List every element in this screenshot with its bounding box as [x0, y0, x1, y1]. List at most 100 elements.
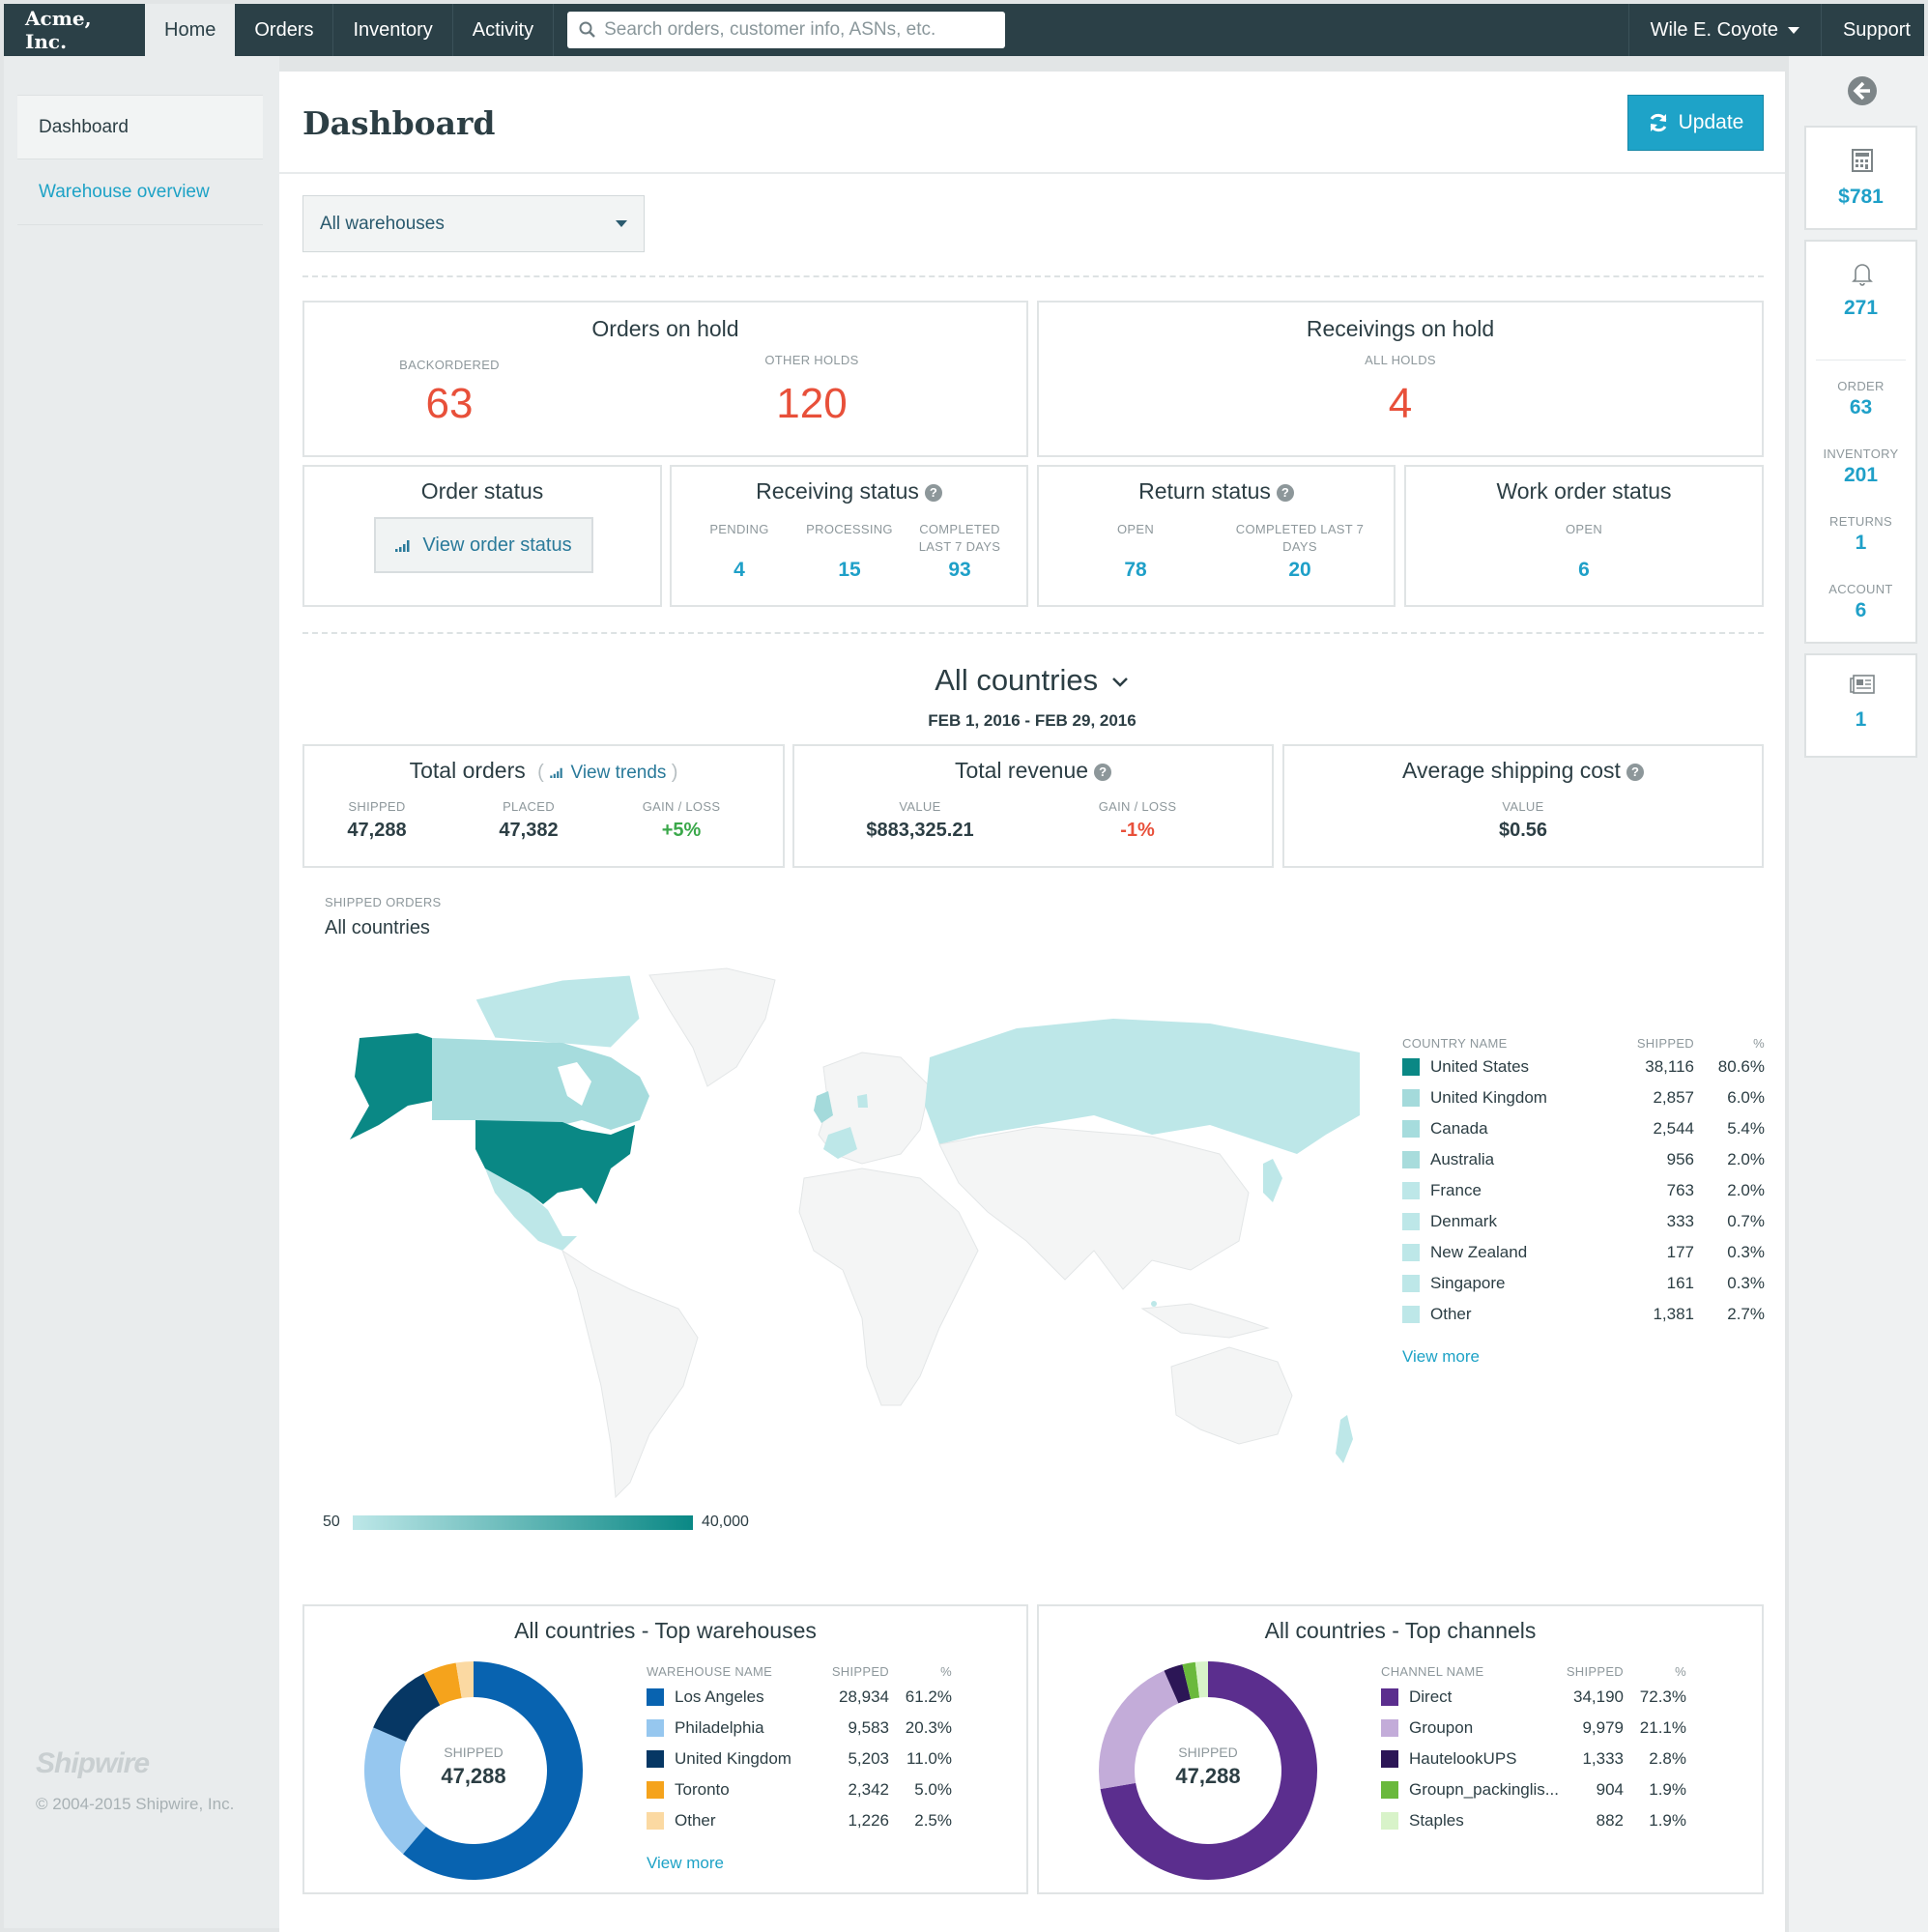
card-title: Receiving status?	[672, 478, 1026, 505]
inventory-alerts-value[interactable]: 201	[1806, 464, 1915, 487]
alerts-widget[interactable]: 271 ORDER 63 INVENTORY 201 RETURNS 1 ACC…	[1804, 240, 1917, 644]
map-country-south-america	[561, 1249, 699, 1499]
card-title: Return status?	[1039, 478, 1394, 505]
support-link[interactable]: Support	[1820, 4, 1924, 56]
open-value[interactable]: 6	[1406, 559, 1762, 582]
map-country-canada-islands	[475, 974, 641, 1049]
legend-swatch	[647, 1812, 664, 1830]
help-icon[interactable]: ?	[1094, 763, 1112, 781]
search-input[interactable]: Search orders, customer info, ASNs, etc.	[567, 12, 1006, 48]
returns-alerts-label: RETURNS	[1829, 514, 1892, 529]
completed-label: COMPLETED LAST 7 DAYS	[911, 521, 1008, 556]
legend-row: United Kingdom	[647, 1747, 791, 1771]
legend-pct: 20.3%	[905, 1718, 952, 1737]
completed-label-line2: DAYS	[1282, 539, 1317, 554]
balance-widget[interactable]: $781	[1804, 126, 1917, 230]
legend-pct: 61.2%	[905, 1687, 952, 1706]
legend-swatch	[1402, 1058, 1420, 1076]
backordered-label: BACKORDERED	[399, 358, 500, 372]
other-holds-value[interactable]: 120	[754, 380, 870, 428]
legend-swatch	[1402, 1275, 1420, 1292]
news-widget[interactable]: 1	[1804, 653, 1917, 758]
legend-shipped: 1,381	[1653, 1305, 1694, 1323]
legend-pct: 5.0%	[914, 1780, 952, 1799]
legend-shipped: 1,333	[1582, 1749, 1624, 1768]
user-menu[interactable]: Wile E. Coyote	[1627, 4, 1821, 56]
col-header-pct: %	[1675, 1664, 1686, 1679]
nav-tab-orders[interactable]: Orders	[235, 4, 334, 56]
help-icon[interactable]: ?	[924, 483, 942, 502]
map-country-new-zealand	[1336, 1415, 1353, 1463]
account-alerts-value[interactable]: 6	[1806, 599, 1915, 622]
nav-tab-activity[interactable]: Activity	[453, 4, 555, 56]
card-title: Total orders ( View trends )	[304, 758, 783, 784]
legend-shipped: 2,857	[1653, 1088, 1694, 1107]
open-value[interactable]: 78	[1087, 559, 1184, 582]
legend-swatch	[1402, 1244, 1420, 1261]
country-selector[interactable]: All countries	[279, 663, 1785, 698]
completed-value[interactable]: 20	[1227, 559, 1372, 582]
scale-max-label: 40,000	[702, 1514, 749, 1530]
sidebar-item-warehouse-overview[interactable]: Warehouse overview	[17, 159, 263, 225]
collapse-arrow-icon[interactable]	[1847, 75, 1878, 106]
map-country-canada	[432, 1038, 649, 1130]
legend-name: HautelookUPS	[1409, 1749, 1517, 1768]
legend-pct: 2.0%	[1727, 1181, 1765, 1199]
help-icon[interactable]: ?	[1626, 763, 1644, 781]
returns-alerts-value[interactable]: 1	[1806, 532, 1915, 555]
legend-name: Staples	[1409, 1811, 1464, 1830]
shipped-label: SHIPPED	[348, 799, 406, 814]
card-title: All countries - Top warehouses	[514, 1618, 817, 1643]
world-map[interactable]	[321, 961, 1360, 1502]
help-icon[interactable]: ?	[1276, 483, 1294, 502]
sidebar-item-dashboard[interactable]: Dashboard	[17, 95, 263, 159]
shipwire-logo: Shipwire	[36, 1747, 150, 1779]
legend-name: Philadelphia	[675, 1718, 764, 1737]
card-title: Work order status	[1496, 478, 1672, 504]
legend-row: New Zealand	[1402, 1241, 1527, 1264]
map-country-greenland	[648, 967, 776, 1087]
bar-chart-icon	[550, 767, 562, 778]
receiving-status-card: Receiving status? PENDING 4 PROCESSING 1…	[670, 465, 1028, 607]
main-content: Dashboard Update All warehouses Orders o…	[279, 72, 1785, 1932]
pending-value[interactable]: 4	[691, 559, 788, 582]
nav-tab-home[interactable]: Home	[145, 4, 236, 56]
col-header-warehouse: WAREHOUSE NAME	[647, 1664, 773, 1679]
orders-on-hold-card: Orders on hold BACKORDERED 63 OTHER HOLD…	[302, 301, 1028, 457]
order-alerts-value[interactable]: 63	[1806, 396, 1915, 419]
view-more-link[interactable]: View more	[1402, 1347, 1480, 1367]
all-holds-value[interactable]: 4	[1039, 380, 1762, 428]
donut-center-value: 47,288	[441, 1764, 506, 1788]
pending-label: PENDING	[709, 522, 769, 536]
legend-shipped: 1,226	[848, 1811, 889, 1830]
legend-swatch	[1402, 1089, 1420, 1107]
legend-swatch	[1381, 1781, 1398, 1799]
view-order-status-label: View order status	[422, 533, 572, 556]
open-label: OPEN	[1116, 522, 1155, 536]
avg-shipping-cost-card: Average shipping cost? VALUE $0.56	[1282, 744, 1764, 868]
legend-row: United Kingdom	[1402, 1086, 1547, 1110]
view-order-status-button[interactable]: View order status	[374, 517, 593, 573]
view-trends-link[interactable]: View trends	[550, 763, 672, 783]
dashed-divider	[302, 275, 1764, 277]
gain-loss-label: GAIN / LOSS	[642, 799, 721, 814]
warehouse-select[interactable]: All warehouses	[302, 195, 645, 252]
legend-swatch	[1381, 1812, 1398, 1830]
backordered-value[interactable]: 63	[391, 380, 507, 428]
legend-pct: 2.8%	[1649, 1749, 1686, 1768]
legend-name: Singapore	[1430, 1274, 1506, 1292]
legend-swatch	[1402, 1151, 1420, 1168]
brand-logo[interactable]: Acme, Inc.	[4, 4, 145, 56]
legend-name: Denmark	[1430, 1212, 1497, 1230]
card-title: Total revenue?	[794, 758, 1272, 784]
right-rail: $781 271 ORDER 63 INVENTORY 201 RETURNS …	[1789, 56, 1928, 1932]
view-more-link[interactable]: View more	[647, 1854, 724, 1873]
receiving-status-title: Receiving status	[756, 478, 919, 504]
gain-loss-value: +5%	[661, 820, 702, 841]
completed-value[interactable]: 93	[911, 559, 1008, 582]
map-country-russia	[925, 1019, 1360, 1154]
processing-value[interactable]: 15	[801, 559, 898, 582]
value-label: VALUE	[1502, 799, 1544, 814]
nav-tab-inventory[interactable]: Inventory	[333, 4, 453, 56]
update-button[interactable]: Update	[1627, 95, 1764, 151]
